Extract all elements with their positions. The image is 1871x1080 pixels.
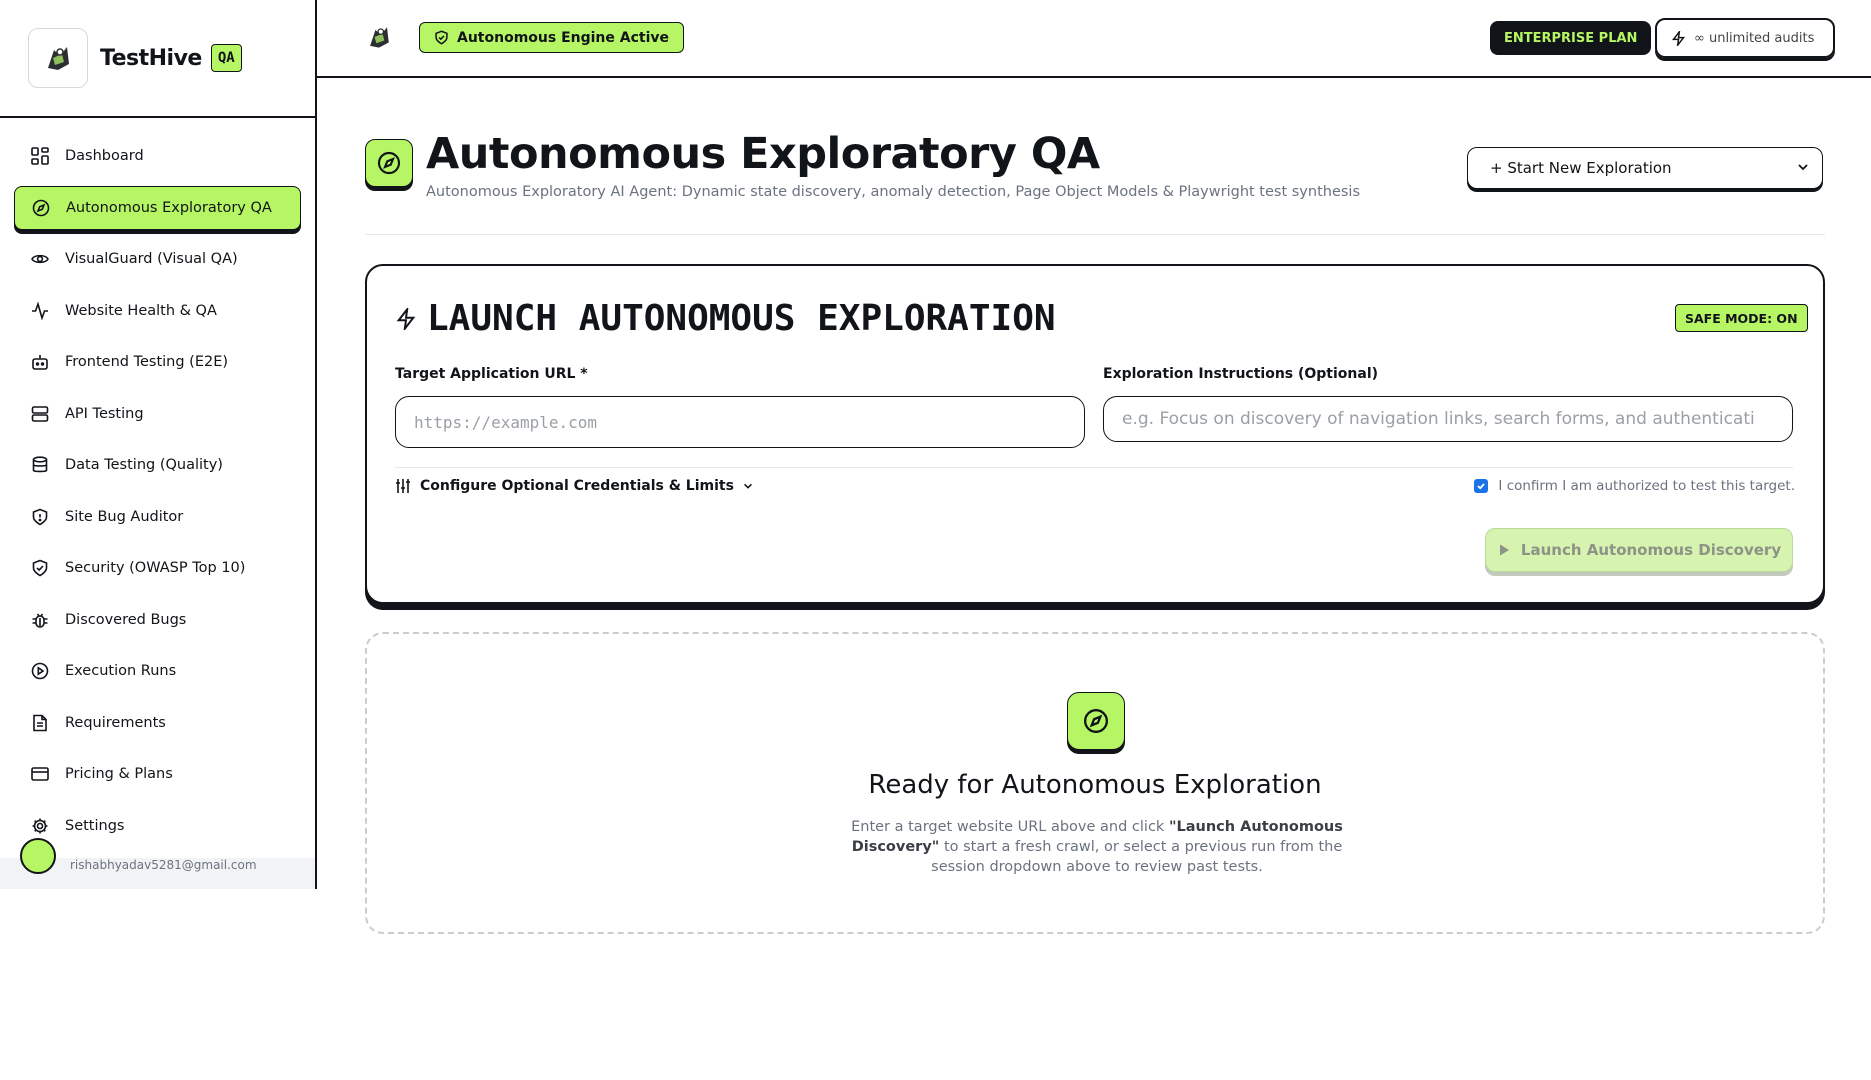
play-circle-icon	[30, 661, 50, 681]
sidebar-item-frontend-testing[interactable]: Frontend Testing (E2E)	[14, 340, 301, 384]
topbar: Autonomous Engine Active ENTERPRISE PLAN…	[317, 0, 1871, 78]
sidebar-item-label: Requirements	[65, 714, 166, 731]
shield-check-icon	[434, 30, 449, 45]
compass-icon	[31, 198, 51, 218]
database-icon	[30, 455, 50, 475]
plan-badge[interactable]: ENTERPRISE PLAN	[1490, 21, 1652, 55]
sidebar-item-visualguard[interactable]: VisualGuard (Visual QA)	[14, 237, 301, 281]
instructions-input[interactable]	[1103, 396, 1793, 442]
empty-state: Ready for Autonomous Exploration Enter a…	[365, 632, 1825, 934]
user-email: rishabhyadav5281@gmail.com	[70, 858, 257, 872]
sidebar-item-label: Settings	[65, 817, 125, 834]
sidebar-item-pricing[interactable]: Pricing & Plans	[14, 752, 301, 796]
shield-alert-icon	[30, 507, 50, 527]
sidebar-item-website-health[interactable]: Website Health & QA	[14, 289, 301, 333]
confirm-checkbox[interactable]	[1474, 479, 1489, 493]
hive-logo-icon	[48, 47, 69, 70]
zap-icon	[395, 307, 417, 330]
page-title: Autonomous Exploratory QA	[426, 129, 1100, 179]
sidebar-nav: Dashboard Autonomous Exploratory QA Visu…	[0, 118, 315, 848]
safe-mode-badge: SAFE MODE: ON	[1675, 304, 1808, 332]
chevron-down-icon	[742, 480, 754, 492]
eye-icon	[30, 249, 50, 269]
brand-name: TestHive	[100, 45, 202, 71]
engine-status-text: Autonomous Engine Active	[457, 29, 670, 46]
sidebar-item-label: Execution Runs	[65, 663, 177, 679]
confirm-label: I confirm I am authorized to test this t…	[1498, 478, 1795, 494]
sidebar-item-execution-runs[interactable]: Execution Runs	[14, 649, 301, 693]
empty-state-description: Enter a target website URL above and cli…	[827, 817, 1367, 877]
url-label: Target Application URL *	[395, 366, 588, 382]
sidebar-item-settings[interactable]: Settings	[14, 804, 301, 848]
audits-badge[interactable]: ∞ unlimited audits	[1655, 18, 1835, 58]
bot-icon	[30, 352, 50, 372]
file-text-icon	[30, 713, 50, 733]
page-header: Autonomous Exploratory QA Autonomous Exp…	[365, 125, 1825, 235]
empty-desc-post: to start a fresh crawl, or select a prev…	[931, 839, 1343, 875]
credit-card-icon	[30, 764, 50, 784]
config-toggle[interactable]: Configure Optional Credentials & Limits	[395, 478, 754, 494]
compass-icon	[365, 139, 413, 187]
audits-text: ∞ unlimited audits	[1694, 30, 1815, 46]
settings-icon	[30, 816, 50, 836]
bug-icon	[30, 610, 50, 630]
launch-title: LAUNCH AUTONOMOUS EXPLORATION	[395, 298, 1056, 339]
config-label: Configure Optional Credentials & Limits	[420, 478, 734, 494]
launch-title-text: LAUNCH AUTONOMOUS EXPLORATION	[427, 298, 1056, 339]
instructions-label: Exploration Instructions (Optional)	[1103, 366, 1379, 382]
sidebar-item-api-testing[interactable]: API Testing	[14, 392, 301, 436]
brand-logo[interactable]	[28, 28, 88, 88]
session-select[interactable]: + Start New Exploration	[1467, 147, 1823, 189]
sidebar: TestHive QA Dashboard Autonomous Explora…	[0, 0, 317, 889]
sidebar-item-label: Website Health & QA	[65, 302, 217, 319]
authorization-confirm[interactable]: I confirm I am authorized to test this t…	[1474, 478, 1795, 494]
sliders-icon	[395, 478, 411, 494]
user-profile[interactable]: rishabhyadav5281@gmail.com	[0, 838, 315, 889]
sidebar-item-label: API Testing	[65, 405, 144, 422]
launch-discovery-label: Launch Autonomous Discovery	[1520, 541, 1782, 559]
brand-badge: QA	[210, 44, 242, 72]
compass-icon	[1067, 692, 1125, 750]
activity-icon	[30, 301, 50, 321]
brand: TestHive QA	[0, 0, 315, 118]
launch-discovery-button[interactable]: Launch Autonomous Discovery	[1485, 528, 1793, 572]
sidebar-item-requirements[interactable]: Requirements	[14, 701, 301, 745]
grid-icon	[30, 146, 50, 166]
sidebar-item-site-bug-auditor[interactable]: Site Bug Auditor	[14, 495, 301, 539]
sidebar-item-label: Autonomous Exploratory QA	[66, 199, 272, 216]
sidebar-item-label: Dashboard	[65, 148, 144, 164]
empty-state-title: Ready for Autonomous Exploration	[868, 770, 1322, 800]
hive-logo-icon[interactable]	[363, 21, 395, 53]
sidebar-item-label: Site Bug Auditor	[65, 508, 184, 525]
sidebar-item-label: VisualGuard (Visual QA)	[65, 251, 238, 267]
sidebar-item-label: Discovered Bugs	[65, 611, 187, 628]
sidebar-item-security[interactable]: Security (OWASP Top 10)	[14, 546, 301, 590]
shield-check-icon	[30, 558, 50, 578]
sidebar-item-label: Data Testing (Quality)	[65, 457, 223, 473]
avatar[interactable]	[20, 838, 56, 874]
page-subtitle: Autonomous Exploratory AI Agent: Dynamic…	[426, 184, 1361, 200]
sidebar-item-label: Pricing & Plans	[65, 766, 173, 782]
session-select-value: + Start New Exploration	[1490, 159, 1672, 177]
engine-status-badge: Autonomous Engine Active	[419, 22, 685, 53]
chevron-down-icon	[1796, 160, 1810, 174]
launch-card: LAUNCH AUTONOMOUS EXPLORATION SAFE MODE:…	[365, 264, 1825, 604]
sidebar-item-autonomous-exploratory-qa[interactable]: Autonomous Exploratory QA	[14, 185, 301, 230]
zap-icon	[1671, 30, 1686, 46]
sidebar-item-discovered-bugs[interactable]: Discovered Bugs	[14, 598, 301, 642]
play-icon	[1497, 543, 1511, 557]
server-icon	[30, 404, 50, 424]
url-input[interactable]	[395, 396, 1085, 448]
empty-desc-pre: Enter a target website URL above and cli…	[851, 819, 1169, 835]
sidebar-item-dashboard[interactable]: Dashboard	[14, 134, 301, 178]
sidebar-item-label: Security (OWASP Top 10)	[65, 560, 246, 576]
sidebar-item-label: Frontend Testing (E2E)	[65, 354, 229, 370]
sidebar-item-data-testing[interactable]: Data Testing (Quality)	[14, 443, 301, 487]
divider	[395, 467, 1793, 468]
